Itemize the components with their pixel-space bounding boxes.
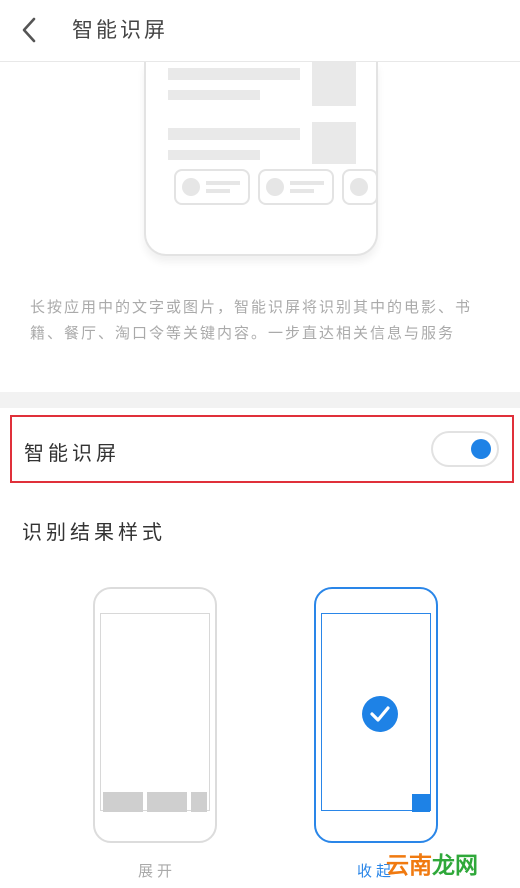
- smart-screen-toggle-row: 智能识屏: [10, 415, 514, 483]
- style-option-expand[interactable]: [93, 587, 217, 843]
- phone-screen: [321, 613, 431, 812]
- feature-description: 长按应用中的文字或图片，智能识屏将识别其中的电影、书籍、餐厅、淘口令等关键内容。…: [30, 298, 473, 342]
- toggle-label: 智能识屏: [24, 441, 120, 465]
- watermark: 云南龙网: [386, 853, 478, 879]
- check-icon: [362, 696, 398, 732]
- phone-screen: [100, 613, 210, 812]
- feature-illustration: [144, 62, 378, 256]
- back-icon[interactable]: [14, 12, 50, 48]
- collapsed-bubble-icon: [412, 794, 430, 812]
- smart-screen-switch[interactable]: [431, 431, 499, 467]
- style-option-collapse[interactable]: [314, 587, 438, 843]
- switch-knob: [471, 439, 491, 459]
- page-title: 智能识屏: [72, 18, 168, 42]
- result-style-title: 识别结果样式: [22, 520, 166, 544]
- section-divider: [0, 392, 520, 408]
- top-bar: 智能识屏: [0, 0, 520, 62]
- style-option-expand-label: 展开: [138, 862, 177, 880]
